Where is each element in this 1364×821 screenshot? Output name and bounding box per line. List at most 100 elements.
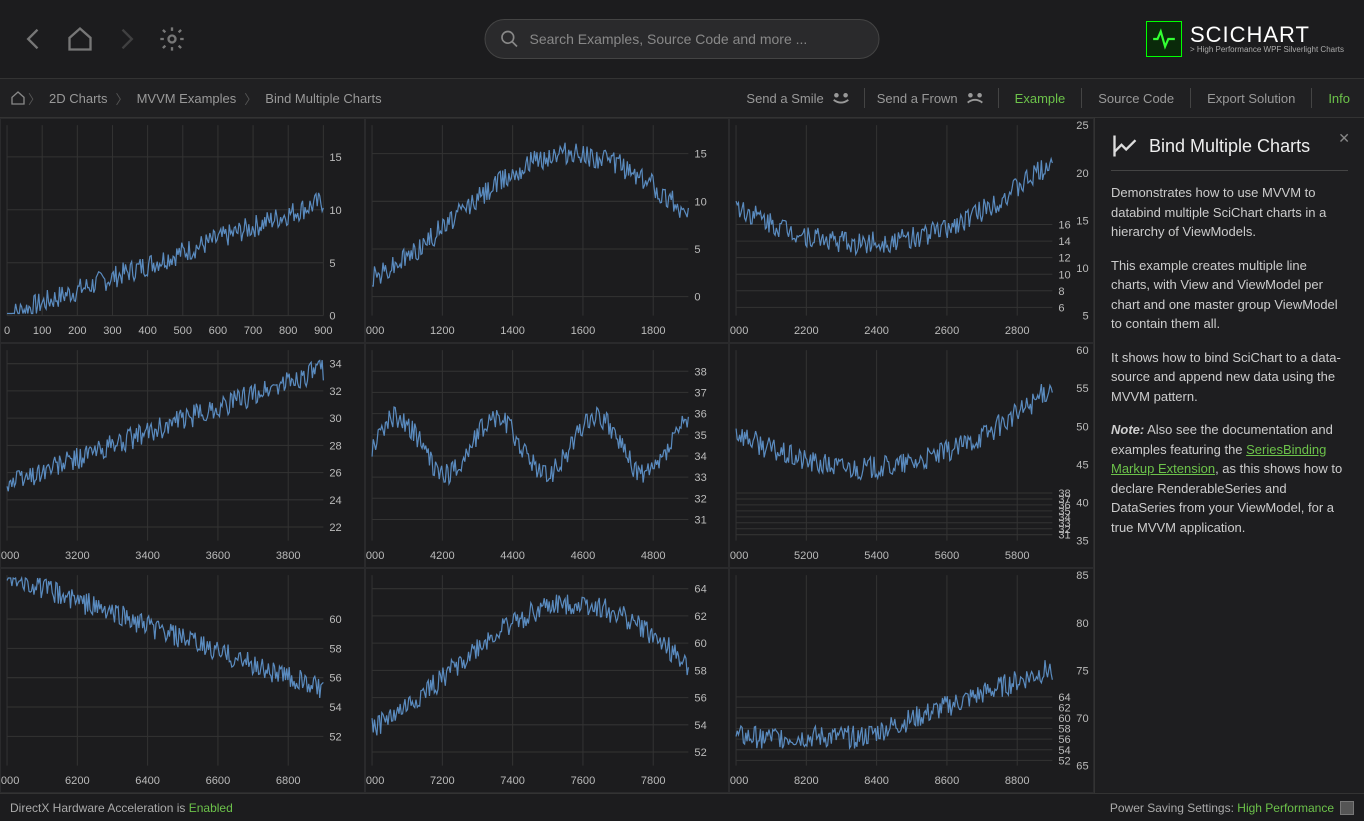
svg-text:6600: 6600 xyxy=(206,775,231,787)
chevron-right-icon: 〉 xyxy=(116,89,129,108)
chart-cell[interactable]: 10001200140016001800051015 xyxy=(365,118,730,343)
svg-text:10: 10 xyxy=(694,196,706,208)
svg-text:22: 22 xyxy=(329,522,341,534)
svg-text:4600: 4600 xyxy=(570,550,595,562)
chart-cell[interactable]: 400042004400460048003132333435363738 xyxy=(365,343,730,568)
svg-text:65: 65 xyxy=(1077,761,1089,773)
svg-text:600: 600 xyxy=(209,325,227,337)
search-box[interactable] xyxy=(485,19,880,59)
smile-icon xyxy=(830,91,852,105)
svg-text:8600: 8600 xyxy=(935,775,960,787)
search-icon xyxy=(500,29,520,49)
svg-text:8800: 8800 xyxy=(1005,775,1030,787)
svg-text:35: 35 xyxy=(1077,536,1089,548)
svg-text:6800: 6800 xyxy=(276,775,301,787)
svg-text:58: 58 xyxy=(694,665,706,677)
send-smile-button[interactable]: Send a Smile xyxy=(746,91,851,106)
breadcrumb-item[interactable]: 2D Charts xyxy=(43,91,114,106)
logo-icon xyxy=(1146,21,1182,57)
svg-text:800: 800 xyxy=(279,325,297,337)
chart-grid: 0100200300400500600700800900051015100012… xyxy=(0,118,1094,793)
info-paragraph: It shows how to bind SciChart to a data-… xyxy=(1111,348,1348,407)
send-frown-button[interactable]: Send a Frown xyxy=(877,91,986,106)
svg-text:6200: 6200 xyxy=(65,775,90,787)
svg-text:31: 31 xyxy=(694,514,706,526)
svg-text:80: 80 xyxy=(1077,618,1089,630)
chart-icon xyxy=(1111,132,1139,160)
svg-text:7200: 7200 xyxy=(430,775,455,787)
svg-text:0: 0 xyxy=(4,325,10,337)
breadcrumb-home-icon[interactable] xyxy=(10,90,26,106)
svg-text:3400: 3400 xyxy=(135,550,160,562)
tab-export-solution[interactable]: Export Solution xyxy=(1203,91,1299,106)
svg-text:58: 58 xyxy=(1059,724,1071,736)
svg-text:1200: 1200 xyxy=(430,325,455,337)
svg-text:34: 34 xyxy=(694,451,706,463)
chart-cell[interactable]: 0100200300400500600700800900051015 xyxy=(0,118,365,343)
svg-text:36: 36 xyxy=(694,409,706,421)
chart-cell[interactable]: 7000720074007600780052545658606264 xyxy=(365,568,730,793)
svg-text:24: 24 xyxy=(329,495,341,507)
chart-cell[interactable]: 8000820084008600880052545658606264657075… xyxy=(729,568,1094,793)
main-toolbar: SCICHART > High Performance WPF Silverli… xyxy=(0,0,1364,78)
svg-text:2200: 2200 xyxy=(794,325,819,337)
tab-example[interactable]: Example xyxy=(1011,91,1070,106)
chart-cell[interactable]: 600062006400660068005254565860 xyxy=(0,568,365,793)
svg-text:52: 52 xyxy=(1059,755,1071,767)
svg-text:1000: 1000 xyxy=(366,325,384,337)
breadcrumb-item[interactable]: Bind Multiple Charts xyxy=(259,91,387,106)
svg-text:1400: 1400 xyxy=(500,325,525,337)
svg-text:45: 45 xyxy=(1077,459,1089,471)
svg-text:5200: 5200 xyxy=(794,550,819,562)
svg-text:500: 500 xyxy=(174,325,192,337)
tab-source-code[interactable]: Source Code xyxy=(1094,91,1178,106)
logo-title: SCICHART xyxy=(1190,24,1344,46)
svg-text:8000: 8000 xyxy=(730,775,748,787)
svg-text:4200: 4200 xyxy=(430,550,455,562)
svg-text:100: 100 xyxy=(33,325,51,337)
logo: SCICHART > High Performance WPF Silverli… xyxy=(1146,21,1344,57)
svg-text:35: 35 xyxy=(694,430,706,442)
svg-text:2600: 2600 xyxy=(935,325,960,337)
svg-text:700: 700 xyxy=(244,325,262,337)
logo-subtitle: > High Performance WPF Silverlight Chart… xyxy=(1190,46,1344,54)
search-input[interactable] xyxy=(530,31,865,47)
chart-cell[interactable]: 3000320034003600380022242628303234 xyxy=(0,343,365,568)
svg-text:26: 26 xyxy=(329,468,341,480)
svg-text:38: 38 xyxy=(1059,488,1071,500)
back-icon[interactable] xyxy=(20,25,48,53)
chart-cell[interactable]: 200022002400260028006810121416510152025 xyxy=(729,118,1094,343)
status-indicator-icon[interactable] xyxy=(1340,801,1354,815)
breadcrumb-item[interactable]: MVVM Examples xyxy=(131,91,243,106)
close-icon[interactable]: ✕ xyxy=(1338,130,1350,147)
info-note: Note: Also see the documentation and exa… xyxy=(1111,420,1348,537)
svg-text:5800: 5800 xyxy=(1005,550,1030,562)
svg-text:60: 60 xyxy=(329,614,341,626)
svg-text:30: 30 xyxy=(329,413,341,425)
svg-text:7000: 7000 xyxy=(366,775,384,787)
svg-text:0: 0 xyxy=(694,292,700,304)
tab-info[interactable]: Info xyxy=(1324,91,1354,106)
info-paragraph: This example creates multiple line chart… xyxy=(1111,256,1348,334)
info-panel: ✕ Bind Multiple Charts Demonstrates how … xyxy=(1094,118,1364,793)
svg-text:70: 70 xyxy=(1077,713,1089,725)
svg-text:5000: 5000 xyxy=(730,550,748,562)
svg-text:8400: 8400 xyxy=(865,775,890,787)
svg-text:10: 10 xyxy=(1059,269,1071,281)
chart-cell[interactable]: 5000520054005600580031323334353637383540… xyxy=(729,343,1094,568)
svg-text:400: 400 xyxy=(138,325,156,337)
svg-text:10: 10 xyxy=(329,205,341,217)
svg-text:40: 40 xyxy=(1077,498,1089,510)
svg-text:62: 62 xyxy=(1059,702,1071,714)
svg-text:8: 8 xyxy=(1059,286,1065,298)
gear-icon[interactable] xyxy=(158,25,186,53)
forward-icon[interactable] xyxy=(112,25,140,53)
chevron-right-icon: 〉 xyxy=(28,89,41,108)
svg-text:54: 54 xyxy=(329,702,341,714)
status-hw-accel: DirectX Hardware Acceleration is Enabled xyxy=(10,801,233,815)
svg-text:3800: 3800 xyxy=(276,550,301,562)
svg-text:37: 37 xyxy=(694,387,706,399)
home-icon[interactable] xyxy=(66,25,94,53)
status-bar: DirectX Hardware Acceleration is Enabled… xyxy=(0,793,1364,821)
info-title: Bind Multiple Charts xyxy=(1149,136,1310,157)
